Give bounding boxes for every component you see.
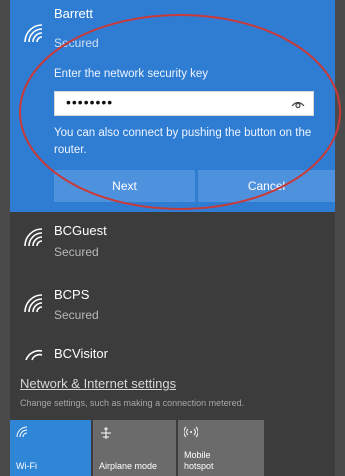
quick-action-wifi[interactable]: Wi-Fi bbox=[10, 420, 91, 476]
wifi-icon bbox=[16, 426, 28, 438]
wifi-icon bbox=[25, 349, 43, 361]
network-status: Secured bbox=[54, 308, 99, 322]
network-name: BCVisitor bbox=[54, 346, 108, 361]
network-status: Secured bbox=[54, 245, 99, 259]
airplane-icon bbox=[101, 427, 111, 439]
right-edge bbox=[335, 0, 345, 476]
tile-label-line2: hotspot bbox=[184, 461, 214, 471]
network-name: BCPS bbox=[54, 287, 90, 302]
selected-network-status: Secured bbox=[54, 36, 99, 50]
tile-label: Airplane mode bbox=[99, 461, 158, 471]
security-key-value: •••••••• bbox=[66, 94, 114, 110]
network-name: BCGuest bbox=[54, 223, 107, 238]
next-button[interactable]: Next bbox=[54, 170, 195, 202]
network-settings-link[interactable]: Network & Internet settings bbox=[20, 376, 176, 391]
tile-label-line1: Mobile bbox=[184, 450, 211, 460]
eye-icon[interactable] bbox=[291, 99, 305, 109]
tile-label: Wi-Fi bbox=[16, 461, 37, 471]
wps-hint: You can also connect by pushing the butt… bbox=[54, 127, 312, 156]
quick-action-airplane-mode[interactable]: Airplane mode bbox=[93, 420, 176, 476]
network-settings-description: Change settings, such as making a connec… bbox=[20, 398, 245, 408]
wifi-icon bbox=[24, 24, 43, 43]
wifi-icon bbox=[24, 228, 43, 247]
left-edge bbox=[0, 0, 10, 476]
security-key-input[interactable]: •••••••• bbox=[54, 91, 314, 116]
selected-network-panel: Barrett Secured Enter the network securi… bbox=[10, 0, 335, 212]
wifi-icon bbox=[24, 294, 43, 313]
tile-label: Mobile hotspot bbox=[184, 450, 214, 472]
security-key-prompt: Enter the network security key bbox=[54, 68, 209, 80]
hotspot-icon bbox=[184, 426, 198, 438]
network-flyout: Barrett Secured Enter the network securi… bbox=[10, 0, 335, 476]
selected-network-name: Barrett bbox=[54, 6, 94, 21]
cancel-button[interactable]: Cancel bbox=[198, 170, 335, 202]
quick-action-mobile-hotspot[interactable]: Mobile hotspot bbox=[178, 420, 264, 476]
